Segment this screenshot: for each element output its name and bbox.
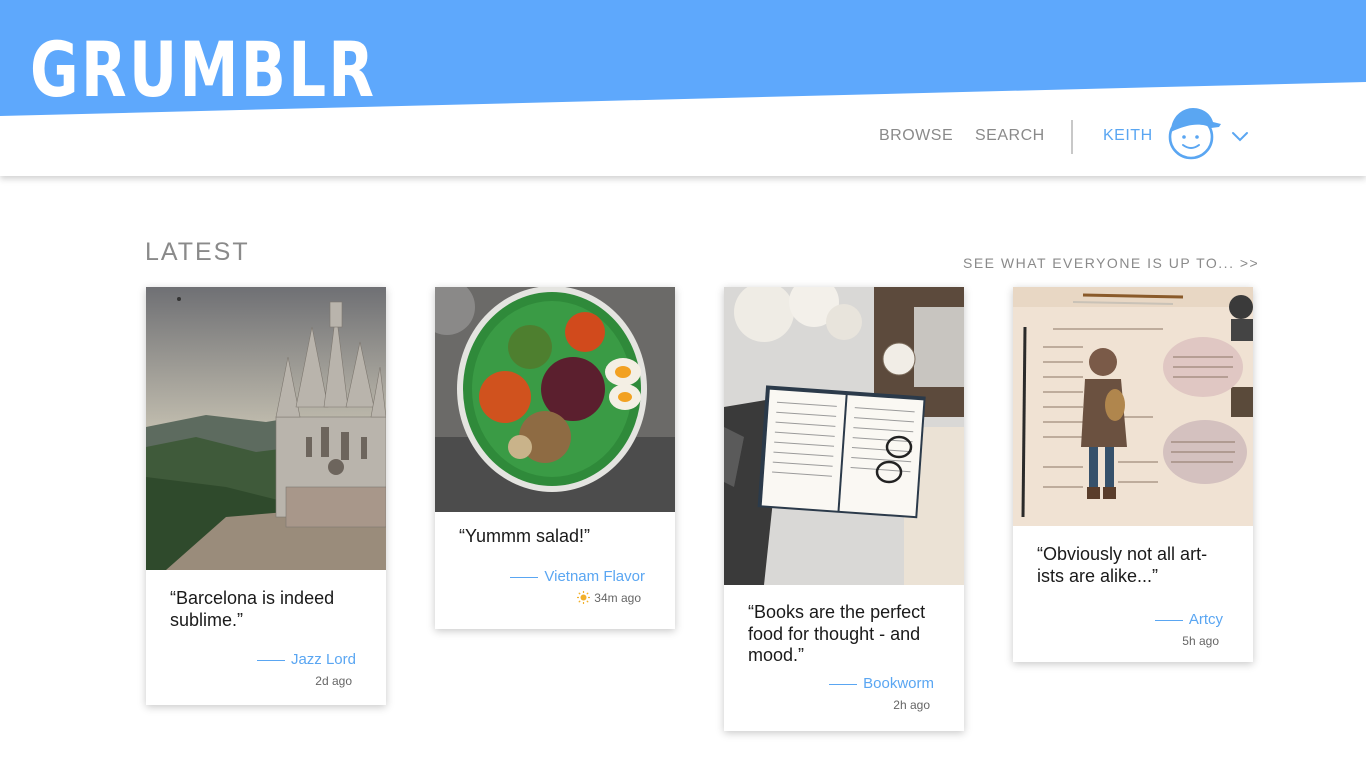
post-image-sketchbook[interactable] [1013, 287, 1253, 526]
post-time-text: 34m ago [594, 591, 641, 605]
post-image-barcelona[interactable] [146, 287, 386, 570]
post-quote: “Yummm salad!” [459, 526, 591, 546]
post-card[interactable]: “Obviously not all art-ists are alike...… [1013, 287, 1253, 662]
avatar-icon[interactable] [1165, 104, 1223, 162]
post-author-link[interactable]: Artcy [1155, 611, 1223, 628]
post-image-salad[interactable] [435, 287, 675, 512]
post-author-link[interactable]: Vietnam Flavor [510, 568, 645, 585]
post-quote: “Books are the perfect food for thought … [748, 602, 926, 665]
chevron-down-icon[interactable] [1230, 128, 1250, 144]
section-title: LATEST [145, 238, 250, 266]
post-quote: “Obviously not all art-ists are alike...… [1037, 544, 1208, 586]
nav-divider [1071, 120, 1073, 154]
app-logo[interactable]: GRUMBLR [30, 32, 376, 108]
post-author-link[interactable]: Jazz Lord [257, 651, 356, 668]
post-timestamp: 2d ago [315, 674, 352, 688]
app-header: GRUMBLR BROWSE SEARCH KEITH [0, 0, 1366, 176]
nav-search-link[interactable]: SEARCH [975, 127, 1045, 145]
post-quote: “Barcelona is indeed sublime.” [170, 588, 335, 630]
user-name-link[interactable]: KEITH [1103, 127, 1153, 145]
post-card[interactable]: “Yummm salad!” Vietnam Flavor 34m ago [435, 287, 675, 629]
post-card[interactable]: “Barcelona is indeed sublime.” Jazz Lord… [146, 287, 386, 705]
post-timestamp: 5h ago [1182, 634, 1219, 648]
post-image-book[interactable] [724, 287, 964, 585]
sun-icon [577, 591, 591, 604]
post-timestamp: 34m ago [577, 591, 641, 605]
see-all-link[interactable]: SEE WHAT EVERYONE IS UP TO... >> [963, 255, 1259, 271]
post-card[interactable]: “Books are the perfect food for thought … [724, 287, 964, 731]
nav-browse-link[interactable]: BROWSE [879, 127, 953, 145]
post-timestamp: 2h ago [893, 698, 930, 712]
post-author-link[interactable]: Bookworm [829, 675, 934, 692]
